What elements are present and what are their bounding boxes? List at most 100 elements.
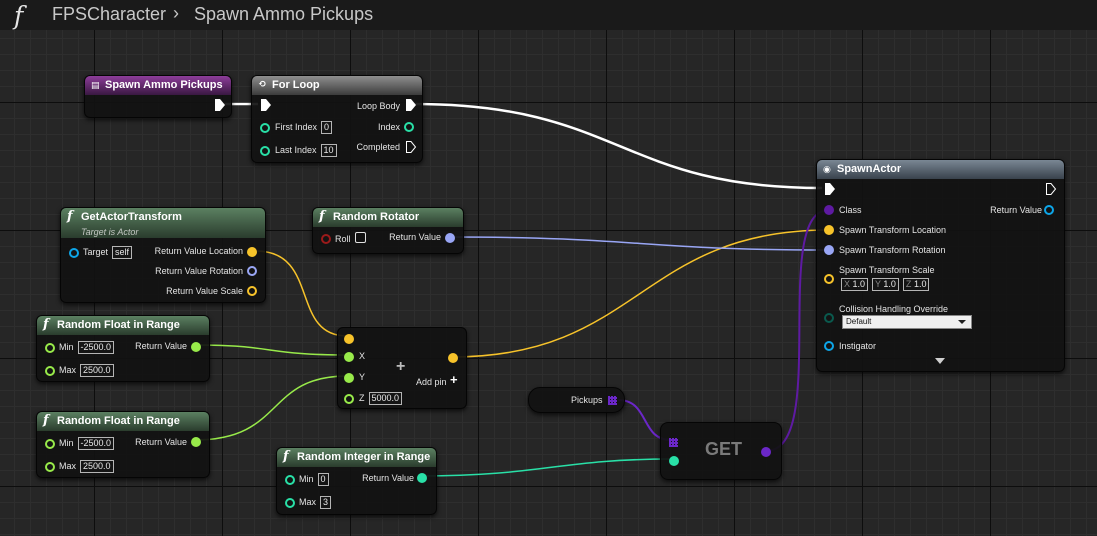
min-row: Min 0 [299,473,329,486]
last-index-pin[interactable] [260,146,270,156]
min-pin[interactable] [285,475,295,485]
scale-z-input[interactable]: Z 1.0 [902,278,930,291]
item-out-pin[interactable] [761,447,771,457]
min-label: Min [299,474,314,484]
z-pin[interactable] [344,394,354,404]
target-pin[interactable] [69,248,79,258]
return-value-pin[interactable] [1044,205,1054,215]
wire-rotator-to-rotation[interactable] [449,236,830,251]
random-float-in-range-node-2[interactable]: f Random Float in Range Min -2500.0 Retur… [36,411,210,478]
add-pin-plus-icon[interactable]: + [450,372,458,387]
return-location-pin[interactable] [247,247,257,257]
vector-a-pin[interactable] [344,334,354,344]
array-get-node[interactable]: GET [660,422,782,480]
node-title: For Loop [272,79,320,91]
random-float-in-range-node-1[interactable]: f Random Float in Range Min -2500.0 Retur… [36,315,210,382]
max-input[interactable]: 2500.0 [80,460,114,473]
max-pin[interactable] [45,462,55,472]
max-row: Max 3 [299,496,332,509]
function-icon: f [43,317,49,332]
node-header: f GetActorTransform Target is Actor [61,208,265,238]
array-in-pin[interactable] [669,438,678,447]
max-input[interactable]: 2500.0 [80,364,114,377]
class-pin[interactable] [824,205,834,215]
index-out-pin[interactable] [404,122,414,132]
for-loop-node[interactable]: ⟲ For Loop Loop Body First Index 0 Index … [251,75,423,163]
wire-exec-loopbody-to-spawn[interactable] [413,102,823,190]
x-pin[interactable] [344,352,354,362]
random-integer-in-range-node[interactable]: f Random Integer in Range Min 0 Return Va… [276,447,437,515]
return-value-pin[interactable] [191,342,201,352]
return-value-pin[interactable] [191,437,201,447]
max-pin[interactable] [285,498,295,508]
node-subtitle: Target is Actor [81,227,139,237]
get-actor-transform-node[interactable]: f GetActorTransform Target is Actor Targ… [60,207,266,303]
scale-y-input[interactable]: Y 1.0 [872,278,899,291]
function-icon: f [43,413,49,428]
return-location-label: Return Value Location [154,246,243,256]
return-scale-pin[interactable] [247,286,257,296]
roll-pin[interactable] [321,234,331,244]
exec-in-pin[interactable] [261,99,271,111]
transform-scale-pin[interactable] [824,274,834,284]
vector-out-pin[interactable] [448,353,458,363]
exec-out-pin[interactable] [1046,183,1057,195]
random-rotator-node[interactable]: f Random Rotator Roll Return Value [312,207,464,254]
loop-body-exec-pin[interactable] [406,99,416,111]
first-index-row: First Index 0 [275,121,333,134]
target-input[interactable]: self [112,246,133,259]
array-grid-icon[interactable] [608,396,617,405]
blueprint-graph-canvas[interactable]: f FPSCharacter › Spawn Ammo Pickups ▤ Sp… [0,0,1097,536]
min-row: Min -2500.0 [59,437,115,450]
breadcrumb-class[interactable]: FPSCharacter [52,4,166,25]
last-index-row: Last Index 10 [275,144,337,157]
rotator-return-pin[interactable] [445,233,455,243]
spawn-actor-node[interactable]: ◉ SpawnActor Class Return Value Spawn Tr… [816,159,1065,372]
return-value-pin[interactable] [417,473,427,483]
wire-integer-to-get[interactable] [421,458,674,477]
index-in-pin[interactable] [669,456,679,466]
node-header: ◉ SpawnActor [817,160,1064,179]
wire-float-2-to-y[interactable] [194,375,348,441]
wire-vector-location-to-add[interactable] [255,250,348,337]
collision-override-pin[interactable] [824,313,834,323]
expand-arrow-icon[interactable] [935,358,945,364]
roll-row: Roll [335,233,351,245]
z-input[interactable]: 5000.0 [368,392,403,405]
instigator-pin[interactable] [824,341,834,351]
transform-rotation-pin[interactable] [824,245,834,255]
collision-override-dropdown[interactable]: Default [842,315,972,329]
min-pin[interactable] [45,439,55,449]
scale-x-input[interactable]: X 1.0 [841,278,869,291]
exec-out-pin[interactable] [215,99,225,111]
vector-add-node[interactable]: X Y Z 5000.0 + Add pin + [337,327,467,409]
min-input[interactable]: 0 [317,473,329,486]
last-index-input[interactable]: 10 [320,144,337,157]
event-node-spawn-ammo-pickups[interactable]: ▤ Spawn Ammo Pickups [84,75,232,118]
max-row: Max 2500.0 [59,460,114,473]
wire-float-1-to-x[interactable] [194,344,348,356]
completed-pin-label: Completed [356,142,400,152]
first-index-pin[interactable] [260,123,270,133]
node-title: GetActorTransform [81,211,182,223]
min-pin[interactable] [45,343,55,353]
scale-x-label: X [844,279,851,289]
completed-exec-pin[interactable] [406,141,417,153]
add-pin-label[interactable]: Add pin [416,376,447,388]
return-value-label: Return Value [362,473,414,483]
pickups-variable-node[interactable]: Pickups [528,387,625,413]
min-input[interactable]: -2500.0 [77,437,115,450]
first-index-input[interactable]: 0 [321,121,333,134]
exec-in-pin[interactable] [825,183,835,195]
transform-location-pin[interactable] [824,225,834,235]
min-label: Min [59,342,74,352]
function-icon: f [14,1,24,30]
max-input[interactable]: 3 [320,496,332,509]
node-header: f Random Integer in Range [277,448,436,467]
max-pin[interactable] [45,366,55,376]
return-rotation-pin[interactable] [247,266,257,276]
node-title: Random Float in Range [57,319,180,331]
roll-checkbox[interactable] [355,232,366,243]
y-pin[interactable] [344,373,354,383]
min-input[interactable]: -2500.0 [77,341,115,354]
